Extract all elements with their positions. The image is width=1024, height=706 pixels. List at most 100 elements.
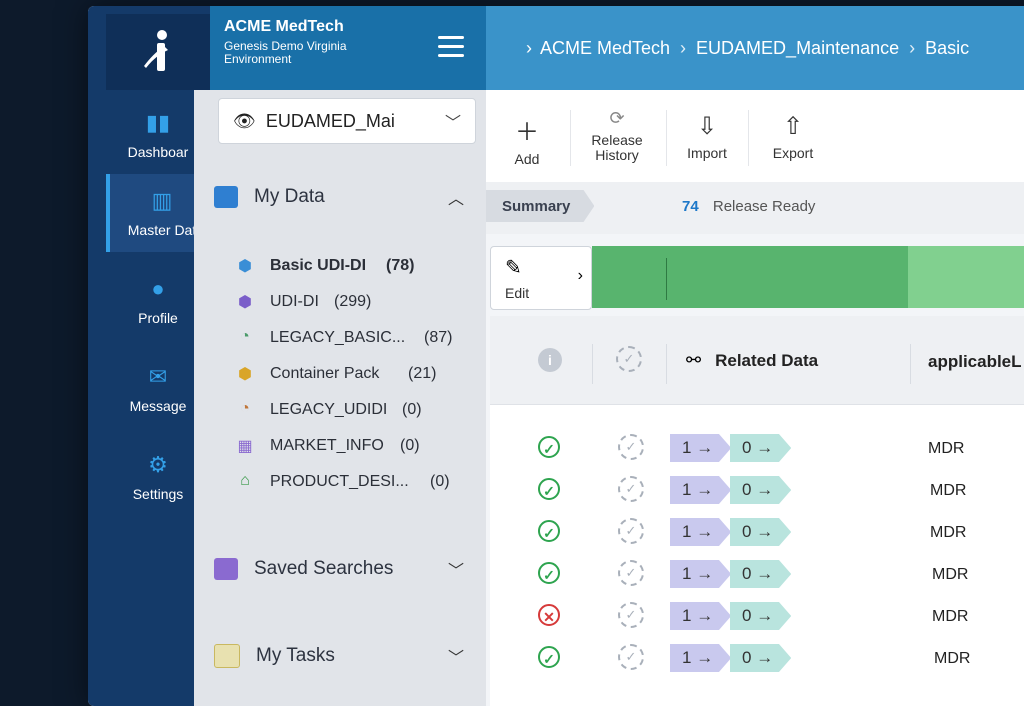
check-column-header[interactable]: ✓ [616,346,642,372]
import-button[interactable]: ⇩ Import [672,112,742,161]
network-icon: ⚯ [686,350,702,370]
release-ready-status[interactable]: 74 Release Ready [682,198,815,215]
badge-check-icon: ✓ [618,644,644,670]
main-nav: ▮▮ Dashboar ▥ Master Dat ● Profile ✉ Mes… [88,6,214,706]
breadcrumb-item[interactable]: ACME MedTech [540,38,670,59]
related-data-header[interactable]: ⚯ Related Data [686,350,818,371]
legacy-icon: ◔ [240,400,250,417]
dataset-select[interactable]: 👁 EUDAMED_Mai ﹀ [218,98,476,144]
badge-check-icon: ✓ [616,346,642,372]
my-tasks-label: My Tasks [256,645,335,666]
app-logo[interactable] [106,14,210,90]
company-name: ACME MedTech [224,18,344,35]
status-ok-icon: ✓ [538,520,560,542]
tree-item-product-design[interactable]: ⌂ PRODUCT_DESI... (0) [234,472,474,492]
tree-item-basic-udi-di[interactable]: ⬢ Basic UDI-DI (78) [234,256,474,276]
chevron-down-icon: ﹀ [447,563,464,580]
summary-bar: Summary 74 Release Ready [486,182,1024,234]
progress-segment-release [908,246,1024,308]
table-row[interactable]: ✕ ✓ 1 → 0 → MDR [490,594,1024,636]
box-icon: ⬢ [238,366,252,383]
related-count: 0 [742,564,752,583]
table-header: i ✓ ⚯ Related Data applicableL [490,316,1024,405]
badge-check-icon: ✓ [618,602,644,628]
export-label: Export [772,145,814,161]
table-row[interactable]: ✓ ✓ 1 → 0 → MDR [490,636,1024,678]
nav-message-label: Message [129,398,187,414]
environment-name: Genesis Demo Virginia Environment [224,39,347,66]
status-ok-icon: ✓ [538,646,560,668]
bar-chart-icon: ▮▮ [145,110,171,135]
add-label: Add [514,151,540,167]
related-count-pill[interactable]: 0 → [730,602,792,630]
tree-item-udi-di[interactable]: ⬢ UDI-DI (299) [234,292,474,312]
export-icon: ⇧ [782,113,804,140]
related-count-pill[interactable]: 1 → [670,560,732,588]
tree-item-container-pack[interactable]: ⬢ Container Pack (21) [234,364,474,384]
related-count-pill[interactable]: 0 → [730,560,792,588]
tree-item-label: Basic UDI-DI [270,257,367,274]
breadcrumb-item[interactable]: EUDAMED_Maintenance [696,38,899,59]
import-icon: ⇩ [696,113,718,140]
related-count-pill[interactable]: 0 → [730,434,792,462]
progress-segment-edit [592,246,908,308]
tab-summary[interactable]: Summary [486,190,595,222]
related-count-pill[interactable]: 0 → [730,644,792,672]
status-ok-icon: ✓ [538,562,560,584]
table-row[interactable]: ✓ ✓ 1 → 0 → MDR [490,552,1024,594]
database-icon [214,186,238,208]
breadcrumb-separator-icon: › [909,37,916,58]
tree-item-count: (299) [334,293,372,310]
tree-item-count: (0) [400,437,420,454]
applicable-header[interactable]: applicableL [928,352,1022,372]
nav-profile-label: Profile [138,310,178,326]
related-count: 1 [682,648,692,667]
tree-item-legacy-basic[interactable]: ◔ LEGACY_BASIC... (87) [234,328,474,348]
plus-icon: ＋ [515,119,539,146]
legacy-icon: ◔ [240,328,250,345]
nav-settings-label: Settings [132,486,184,502]
tree-item-label: LEGACY_UDIDI [270,401,388,418]
table-row[interactable]: ✓ ✓ 1 → 0 → MDR [490,468,1024,510]
add-button[interactable]: ＋ Add [492,112,562,167]
related-count-pill[interactable]: 1 → [670,602,732,630]
history-icon: ⟳ [609,108,625,128]
breadcrumb: › ACME MedTech › EUDAMED_Maintenance › B… [486,6,1024,90]
my-data-section[interactable]: My Data ︿ [214,186,474,208]
envelope-icon: ✉ [148,364,168,389]
cube-icon: ⬢ [238,294,252,311]
dataset-select-value: EUDAMED_Mai [265,110,395,131]
related-count-pill[interactable]: 0 → [730,476,792,504]
status-error-icon: ✕ [538,604,560,626]
user-icon: ● [151,276,165,301]
tree-item-label: MARKET_INFO [270,437,384,454]
hamburger-menu-icon[interactable] [438,36,464,63]
saved-searches-section[interactable]: Saved Searches ﹀ [214,558,474,580]
status-ok-icon: ✓ [538,436,560,458]
tree-item-legacy-udidi[interactable]: ◔ LEGACY_UDIDI (0) [234,400,474,420]
related-count: 1 [682,480,692,499]
related-count-pill[interactable]: 1 → [670,434,732,462]
tree-item-market-info[interactable]: ▦ MARKET_INFO (0) [234,436,474,456]
export-button[interactable]: ⇧ Export [758,112,828,161]
release-history-button[interactable]: ⟳ Release History [582,108,652,163]
related-count-pill[interactable]: 1 → [670,644,732,672]
related-count-pill[interactable]: 1 → [670,476,732,504]
regulation-cell: MDR [928,440,965,457]
my-data-label: My Data [254,186,325,207]
breadcrumb-chevron-icon: › [526,37,532,58]
tree-item-count: (78) [386,257,415,274]
status-ok-icon: ✓ [538,478,560,500]
table-row[interactable]: ✓ ✓ 1 → 0 → MDR [490,510,1024,552]
edit-stage[interactable]: ✎ Edit › [490,246,592,310]
related-count-pill[interactable]: 0 → [730,518,792,546]
tree-item-count: (0) [402,401,422,418]
breadcrumb-item[interactable]: Basic [925,38,969,59]
table-row[interactable]: ✓ ✓ 1 → 0 → MDR [490,426,1024,468]
my-tasks-section[interactable]: My Tasks ﹀ [214,644,474,668]
market-icon: ▦ [237,438,253,455]
tree-item-label: PRODUCT_DESI... [270,473,409,490]
folder-search-icon [214,558,238,580]
related-count-pill[interactable]: 1 → [670,518,732,546]
badge-check-icon: ✓ [618,434,644,460]
